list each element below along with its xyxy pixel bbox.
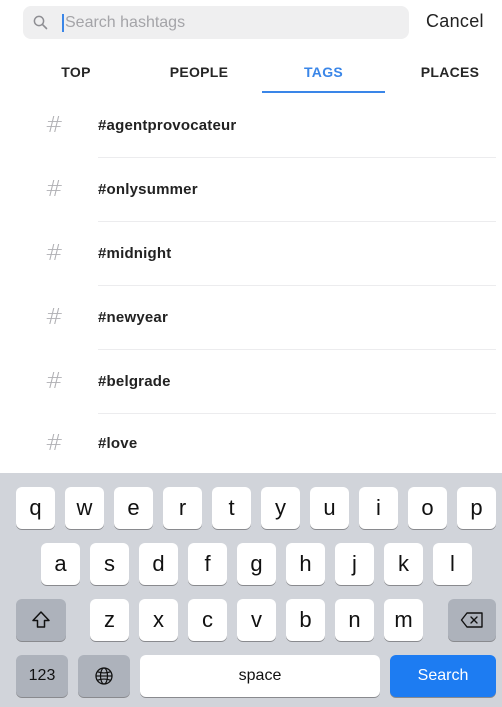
key-j[interactable]: j (335, 543, 374, 585)
on-screen-keyboard: q w e r t y u i o p a s d f g h j k l z … (0, 473, 502, 707)
globe-key[interactable] (78, 655, 130, 697)
key-a[interactable]: a (41, 543, 80, 585)
search-icon (33, 15, 48, 30)
search-key[interactable]: Search (390, 655, 496, 697)
tab-tags[interactable]: TAGS (262, 52, 385, 92)
key-e[interactable]: e (114, 487, 153, 529)
shift-key[interactable] (16, 599, 66, 641)
key-x[interactable]: x (139, 599, 178, 641)
tab-places[interactable]: PLACES (404, 52, 496, 92)
hashtag-icon: # (45, 241, 64, 266)
hashtag-icon: # (45, 369, 64, 394)
key-d[interactable]: d (139, 543, 178, 585)
hashtag-icon: # (45, 113, 64, 138)
list-item[interactable]: # #midnight (0, 222, 502, 286)
key-z[interactable]: z (90, 599, 129, 641)
search-field[interactable] (23, 6, 409, 39)
globe-icon (95, 667, 113, 685)
key-p[interactable]: p (457, 487, 496, 529)
key-b[interactable]: b (286, 599, 325, 641)
key-l[interactable]: l (433, 543, 472, 585)
key-k[interactable]: k (384, 543, 423, 585)
tag-label: #midnight (98, 245, 172, 262)
key-q[interactable]: q (16, 487, 55, 529)
numbers-key[interactable]: 123 (16, 655, 68, 697)
tab-top[interactable]: TOP (34, 52, 118, 92)
list-item[interactable]: # #love (0, 412, 502, 476)
key-r[interactable]: r (163, 487, 202, 529)
list-item[interactable]: # #onlysummer (0, 158, 502, 222)
key-v[interactable]: v (237, 599, 276, 641)
key-g[interactable]: g (237, 543, 276, 585)
backspace-icon (460, 612, 483, 628)
tab-people[interactable]: PEOPLE (144, 52, 254, 92)
tag-label: #love (98, 435, 138, 452)
key-u[interactable]: u (310, 487, 349, 529)
cancel-button[interactable]: Cancel (426, 11, 484, 32)
search-input[interactable] (65, 6, 395, 39)
list-item[interactable]: # #belgrade (0, 350, 502, 414)
text-caret (62, 14, 64, 32)
space-key[interactable]: space (140, 655, 380, 697)
hashtag-icon: # (45, 305, 64, 330)
key-t[interactable]: t (212, 487, 251, 529)
tag-label: #onlysummer (98, 181, 198, 198)
tag-label: #belgrade (98, 373, 171, 390)
search-tabs: TOP PEOPLE TAGS PLACES (12, 52, 502, 93)
key-h[interactable]: h (286, 543, 325, 585)
list-item[interactable]: # #newyear (0, 286, 502, 350)
tag-label: #agentprovocateur (98, 117, 237, 134)
hashtag-icon: # (45, 431, 64, 456)
key-i[interactable]: i (359, 487, 398, 529)
key-n[interactable]: n (335, 599, 374, 641)
shift-icon (32, 611, 50, 628)
backspace-key[interactable] (448, 599, 496, 641)
key-m[interactable]: m (384, 599, 423, 641)
active-tab-indicator (262, 91, 385, 93)
tag-label: #newyear (98, 309, 168, 326)
search-bar: Cancel (0, 0, 502, 46)
list-item[interactable]: # #agentprovocateur (0, 94, 502, 158)
hashtag-icon: # (45, 177, 64, 202)
key-y[interactable]: y (261, 487, 300, 529)
key-f[interactable]: f (188, 543, 227, 585)
key-w[interactable]: w (65, 487, 104, 529)
key-s[interactable]: s (90, 543, 129, 585)
key-c[interactable]: c (188, 599, 227, 641)
key-o[interactable]: o (408, 487, 447, 529)
